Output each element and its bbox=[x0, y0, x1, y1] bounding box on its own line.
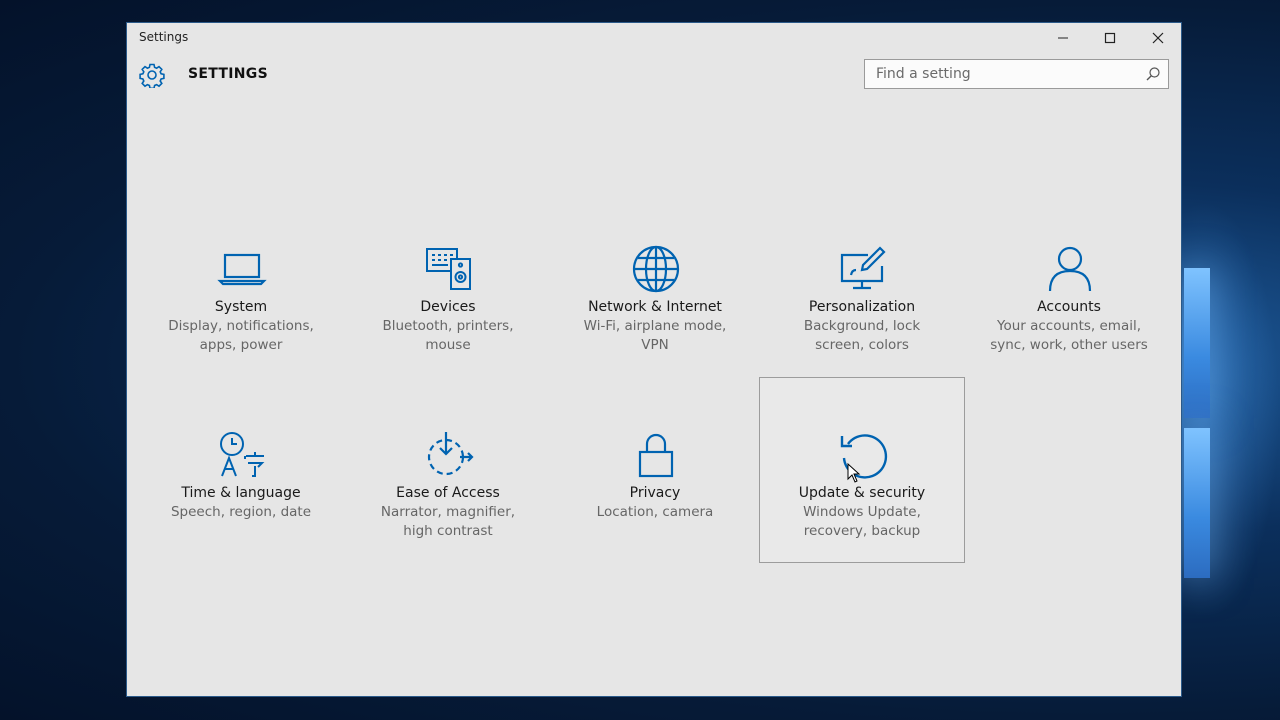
tile-description: Speech, region, date bbox=[147, 503, 335, 522]
tile-accounts[interactable]: Accounts Your accounts, email, sync, wor… bbox=[966, 191, 1172, 377]
tile-desc-line: Bluetooth, printers, bbox=[382, 318, 514, 334]
maximize-button[interactable] bbox=[1087, 23, 1133, 53]
close-button[interactable] bbox=[1135, 23, 1181, 53]
tile-name: Privacy bbox=[629, 485, 681, 501]
minimize-icon bbox=[1058, 37, 1068, 39]
tile-privacy[interactable]: Privacy Location, camera bbox=[552, 377, 758, 563]
tile-personalization[interactable]: Personalization Background, lock screen,… bbox=[759, 191, 965, 377]
title-bar[interactable]: Settings bbox=[127, 23, 1181, 53]
tile-desc-line: Your accounts, email, bbox=[996, 318, 1142, 334]
tile-desc-line: Narrator, magnifier, bbox=[380, 504, 516, 520]
tile-desc-line: apps, power bbox=[199, 336, 283, 353]
tile-desc-line: Background, lock bbox=[803, 318, 921, 334]
tile-name: Personalization bbox=[808, 299, 916, 315]
maximize-icon bbox=[1104, 32, 1116, 44]
gear-icon bbox=[139, 63, 165, 88]
tile-system[interactable]: System Display, notifications, apps, pow… bbox=[138, 191, 344, 377]
desktop-logo-pane bbox=[1184, 428, 1210, 578]
tile-name: Time & language bbox=[181, 485, 301, 501]
settings-window: Settings SETTINGS System bbox=[126, 22, 1182, 697]
time-language-icon bbox=[220, 432, 265, 477]
tile-desc-line: Windows Update, bbox=[803, 504, 921, 520]
close-icon bbox=[1152, 32, 1164, 44]
search-input[interactable] bbox=[865, 60, 1135, 88]
tile-name: Network & Internet bbox=[588, 299, 722, 315]
tile-name: Ease of Access bbox=[396, 485, 500, 501]
tile-description: Background, lock screen, colors bbox=[768, 317, 956, 354]
tile-update-security[interactable]: Update & security Windows Update, recove… bbox=[759, 377, 965, 563]
tile-name: Devices bbox=[420, 299, 476, 315]
tile-desc-line: sync, work, other users bbox=[990, 336, 1148, 353]
tile-desc-line: mouse bbox=[425, 336, 471, 353]
tile-description: Location, camera bbox=[561, 503, 749, 522]
tile-desc-line: VPN bbox=[641, 336, 669, 353]
desktop-logo-pane bbox=[1184, 268, 1210, 418]
tile-desc-line: screen, colors bbox=[815, 336, 909, 353]
tile-name: Accounts bbox=[1037, 299, 1101, 315]
tile-desc-line: Display, notifications, bbox=[168, 318, 314, 334]
tile-devices[interactable]: Devices Bluetooth, printers, mouse bbox=[345, 191, 551, 377]
tile-description: Windows Update, recovery, backup bbox=[768, 503, 956, 540]
tile-desc-line: Location, camera bbox=[596, 504, 714, 520]
tile-name: Update & security bbox=[798, 485, 926, 501]
window-title: Settings bbox=[139, 30, 189, 44]
minimize-button[interactable] bbox=[1040, 23, 1086, 53]
devices-icon bbox=[426, 248, 471, 290]
tile-description: Display, notifications, apps, power bbox=[147, 317, 335, 354]
refresh-icon bbox=[840, 434, 888, 479]
tile-desc-line: high contrast bbox=[403, 522, 493, 539]
tile-desc-line: recovery, backup bbox=[803, 522, 921, 539]
page-title: SETTINGS bbox=[188, 66, 268, 82]
tile-ease-of-access[interactable]: Ease of Access Narrator, magnifier, high… bbox=[345, 377, 551, 563]
search-icon[interactable] bbox=[1145, 66, 1161, 82]
laptop-icon bbox=[217, 253, 267, 286]
tile-description: Wi-Fi, airplane mode, VPN bbox=[561, 317, 749, 354]
person-icon bbox=[1048, 246, 1092, 292]
tile-description: Narrator, magnifier, high contrast bbox=[354, 503, 542, 540]
tile-time-language[interactable]: Time & language Speech, region, date bbox=[138, 377, 344, 563]
lock-icon bbox=[638, 433, 674, 478]
search-box[interactable] bbox=[864, 59, 1169, 89]
tile-network[interactable]: Network & Internet Wi-Fi, airplane mode,… bbox=[552, 191, 758, 377]
tile-name: System bbox=[214, 299, 268, 315]
mouse-cursor-icon bbox=[847, 463, 861, 483]
paint-monitor-icon bbox=[840, 246, 886, 290]
globe-icon bbox=[632, 245, 680, 293]
ease-of-access-icon bbox=[427, 432, 474, 476]
tile-description: Bluetooth, printers, mouse bbox=[354, 317, 542, 354]
tile-description: Your accounts, email, sync, work, other … bbox=[975, 317, 1163, 354]
tile-desc-line: Wi-Fi, airplane mode, bbox=[583, 318, 727, 334]
tile-desc-line: Speech, region, date bbox=[170, 504, 312, 520]
